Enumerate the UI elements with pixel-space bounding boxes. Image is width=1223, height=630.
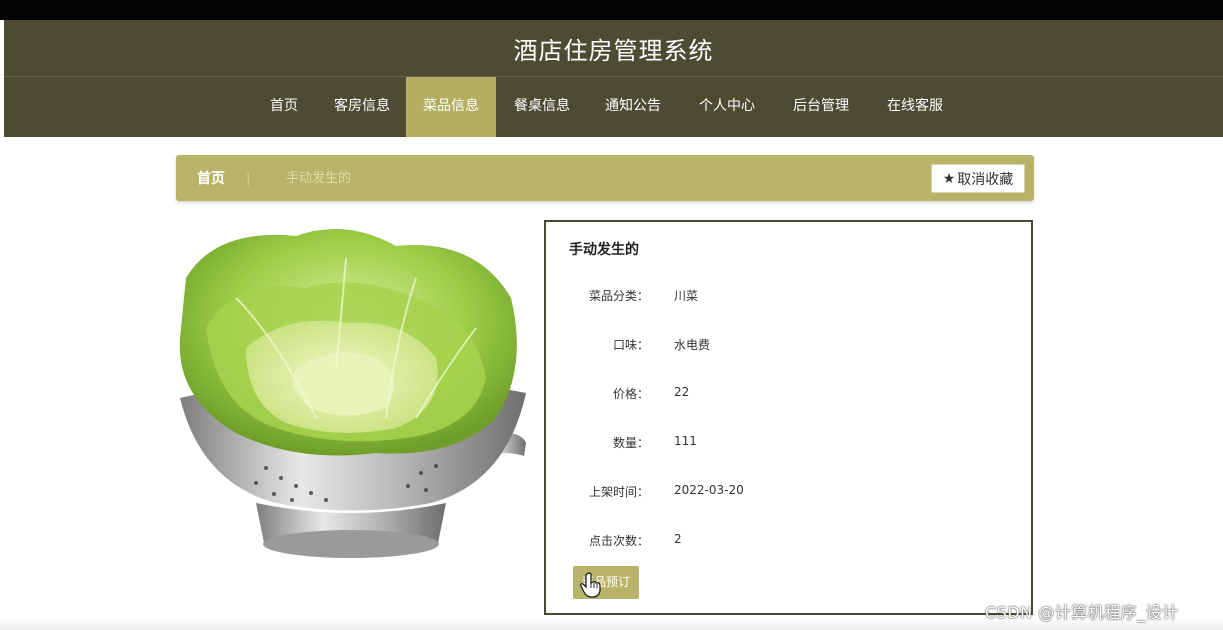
dish-image — [179, 228, 526, 558]
flavor-label: 口味： — [612, 338, 649, 352]
price-value: 22 — [674, 385, 690, 399]
click-count-value: 2 — [674, 532, 682, 546]
listing-date-value: 2022-03-20 — [674, 483, 744, 497]
nav-item-tables[interactable]: 餐桌信息 — [506, 77, 578, 137]
category-label: 菜品分类： — [588, 289, 649, 303]
click-count-label: 点击次数： — [588, 534, 649, 548]
nav-item-notices[interactable]: 通知公告 — [597, 77, 669, 137]
nav-item-dishes[interactable]: 菜品信息 — [406, 77, 496, 137]
site-title: 酒店住房管理系统 — [513, 36, 714, 65]
nav-item-support[interactable]: 在线客服 — [879, 77, 951, 137]
nav-item-rooms[interactable]: 客房信息 — [326, 77, 398, 137]
main-nav: 首页 客房信息 菜品信息 餐桌信息 通知公告 个人中心 后台管理 在线客服 — [4, 76, 1223, 137]
cancel-favorite-label: 取消收藏 — [957, 171, 1014, 188]
nav-item-admin[interactable]: 后台管理 — [785, 77, 857, 137]
quantity-label: 数量： — [612, 436, 649, 450]
cancel-favorite-button[interactable]: ★ 取消收藏 — [931, 164, 1025, 193]
breadcrumb: 首页 | 手动发生的 ★ 取消收藏 — [176, 155, 1034, 201]
star-icon: ★ — [942, 170, 956, 187]
price-label: 价格： — [612, 387, 649, 401]
nav-item-profile[interactable]: 个人中心 — [691, 77, 763, 137]
category-value: 川菜 — [674, 289, 699, 303]
dish-name: 手动发生的 — [569, 242, 639, 258]
site-header: 酒店住房管理系统 — [4, 20, 1223, 76]
hand-cursor-icon — [580, 572, 601, 598]
quantity-value: 111 — [674, 434, 697, 448]
breadcrumb-home[interactable]: 首页 — [197, 155, 225, 203]
dish-detail-panel: 手动发生的 菜品分类： 川菜 口味： 水电费 价格： 22 数量： 111 上架… — [544, 220, 1033, 615]
top-black-bar — [0, 0, 1223, 20]
listing-date-label: 上架时间： — [588, 485, 649, 499]
breadcrumb-current: 手动发生的 — [286, 171, 352, 186]
nav-item-home[interactable]: 首页 — [260, 77, 308, 137]
watermark: CSDN @计算机程序_设计 — [985, 603, 1179, 622]
breadcrumb-separator: | — [246, 171, 251, 186]
flavor-value: 水电费 — [674, 338, 711, 352]
